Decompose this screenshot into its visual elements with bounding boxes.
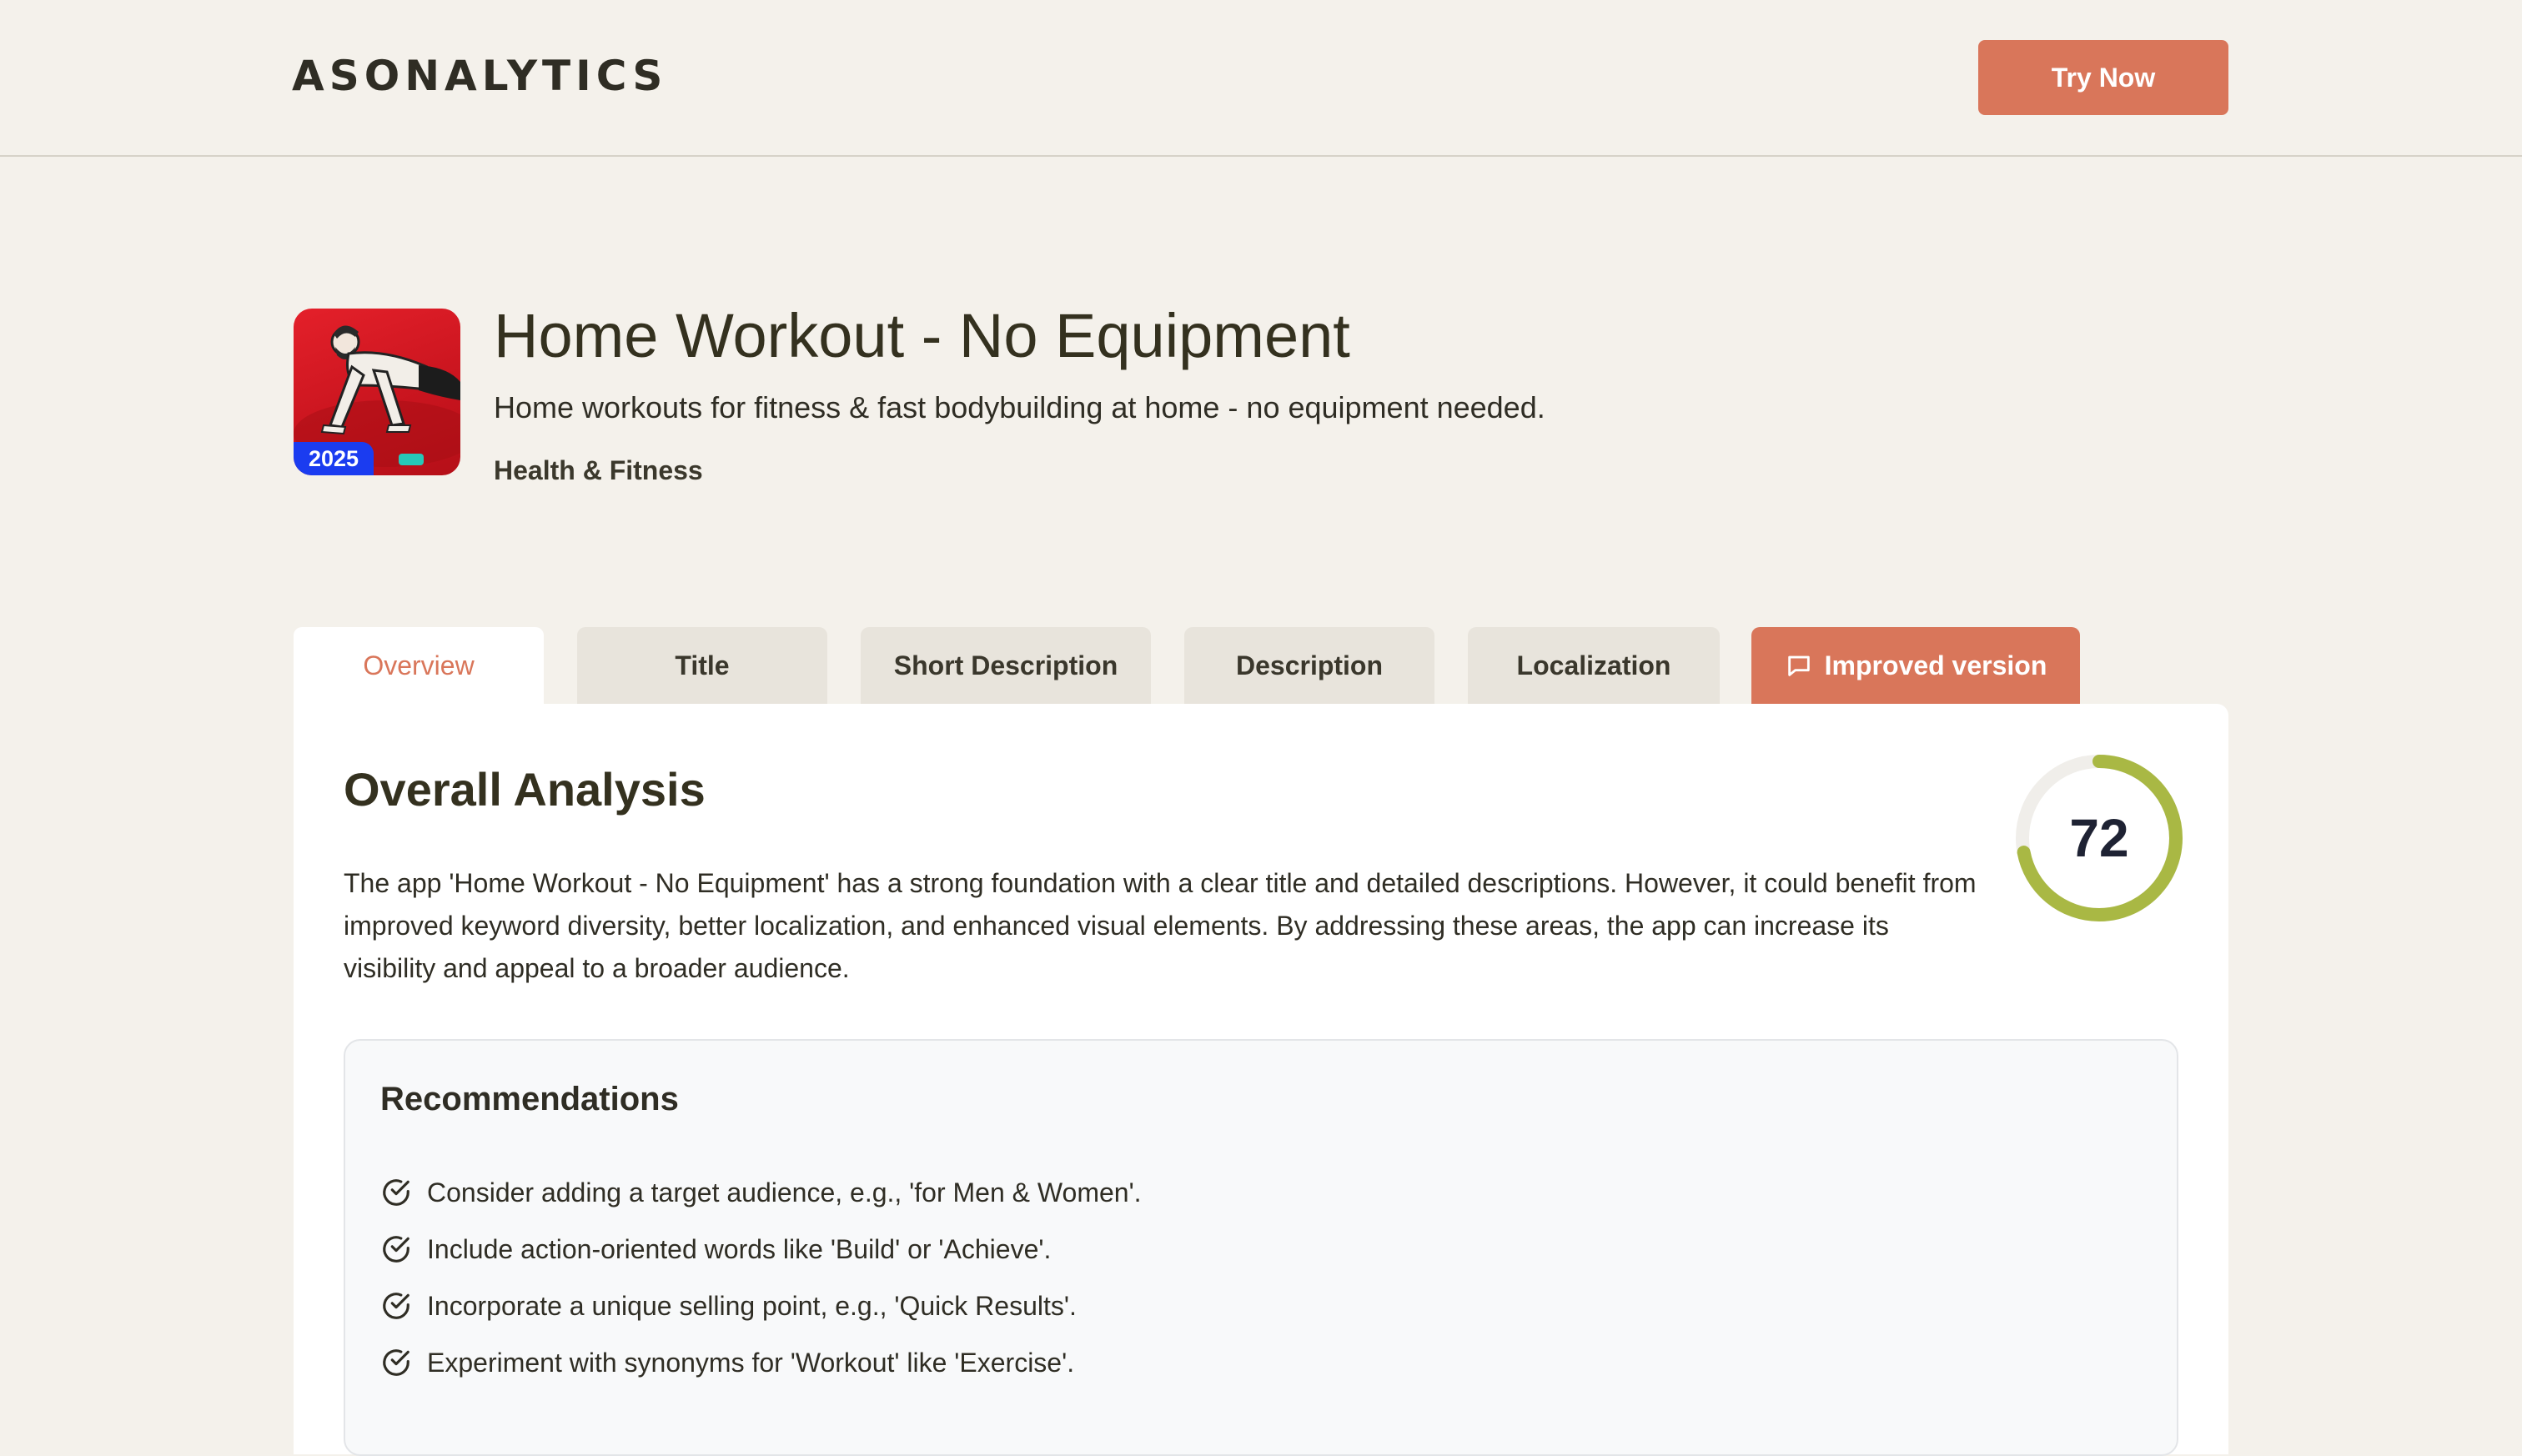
tab-improved-version[interactable]: Improved version [1751,627,2080,704]
top-bar: ASONALYTICS Try Now [0,0,2522,157]
tab-short-description[interactable]: Short Description [861,627,1151,704]
recommendation-text: Consider adding a target audience, e.g.,… [427,1177,1142,1207]
app-icon: 2025 [294,309,460,475]
list-item: Experiment with synonyms for 'Workout' l… [380,1334,1142,1391]
tab-title[interactable]: Title [577,627,827,704]
list-item: Include action-oriented words like 'Buil… [380,1221,1142,1278]
app-subtitle: Home workouts for fitness & fast bodybui… [494,390,1545,424]
app-title: Home Workout - No Equipment [494,301,1350,370]
tab-localization[interactable]: Localization [1468,627,1720,704]
analysis-summary: The app 'Home Workout - No Equipment' ha… [344,868,1977,983]
overall-analysis-heading: Overall Analysis [344,763,706,816]
chat-icon [1787,655,1810,676]
tab-description[interactable]: Description [1184,627,1434,704]
analysis-tabs: Overview Title Short Description Descrip… [294,627,2228,704]
year-badge: 2025 [294,442,374,475]
recommendation-text: Experiment with synonyms for 'Workout' l… [427,1347,1075,1378]
recommendations-list: Consider adding a target audience, e.g.,… [380,1164,1142,1391]
app-category: Health & Fitness [494,455,703,485]
brand-logo[interactable]: ASONALYTICS [292,52,667,100]
check-circle-icon [383,1349,409,1376]
overview-panel: Overall Analysis The app 'Home Workout -… [294,704,2228,1456]
recommendations-heading: Recommendations [380,1081,679,1117]
recommendations-box: Recommendations Consider adding a target… [344,1039,2178,1456]
check-circle-icon [383,1236,409,1263]
check-circle-icon [383,1293,409,1319]
recommendation-text: Incorporate a unique selling point, e.g.… [427,1290,1077,1321]
score-value: 72 [2069,808,2129,868]
list-item: Consider adding a target audience, e.g.,… [380,1164,1142,1221]
try-now-button[interactable]: Try Now [1978,40,2228,115]
tab-overview[interactable]: Overview [294,627,544,704]
tab-improved-version-label: Improved version [1824,650,2047,680]
check-circle-icon [383,1179,409,1206]
recommendation-text: Include action-oriented words like 'Buil… [427,1233,1052,1264]
score-gauge: 72 [2012,751,2187,926]
list-item: Incorporate a unique selling point, e.g.… [380,1278,1142,1334]
